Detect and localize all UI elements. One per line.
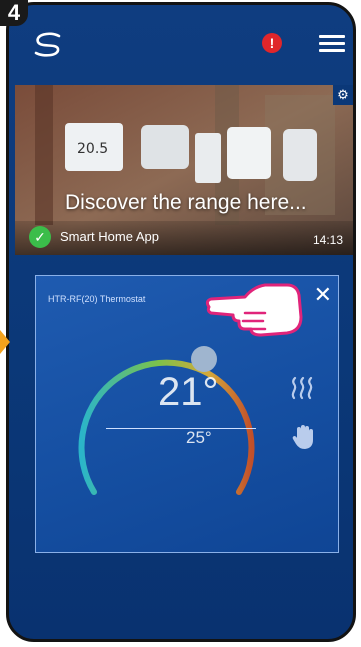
banner-settings-gear-icon[interactable]: ⚙ <box>333 85 353 105</box>
banner-title: Discover the range here... <box>65 191 307 214</box>
heat-wave-icon[interactable] <box>289 376 315 400</box>
temperature-divider <box>106 428 256 429</box>
phone-screen: ! 20.5 ⚙ Discover the range here... ✓ Sm… <box>6 2 356 642</box>
set-temperature: 25° <box>186 428 212 447</box>
promo-banner[interactable]: 20.5 ⚙ Discover the range here... ✓ Smar… <box>15 85 353 255</box>
app-label: Smart Home App <box>60 229 159 244</box>
temperature-dial[interactable] <box>64 342 264 522</box>
top-bar: ! <box>9 5 353 81</box>
hand-icon[interactable] <box>292 424 314 450</box>
app-logo-icon[interactable] <box>31 29 65 59</box>
step-arrow-indicator <box>0 330 10 354</box>
svg-text:20.5: 20.5 <box>77 141 108 157</box>
hamburger-menu-icon[interactable] <box>319 35 345 53</box>
close-icon[interactable]: ✕ <box>314 284 332 306</box>
tap-pointer-hand-icon <box>205 283 303 337</box>
time-label: 14:13 <box>312 233 343 247</box>
device-name: HTR-RF(20) Thermostat <box>48 294 146 304</box>
alert-icon[interactable]: ! <box>262 33 282 53</box>
current-temperature: 21° <box>158 370 219 414</box>
dial-knob <box>191 346 217 372</box>
check-icon: ✓ <box>29 226 51 248</box>
step-number-badge: 4 <box>0 0 28 26</box>
